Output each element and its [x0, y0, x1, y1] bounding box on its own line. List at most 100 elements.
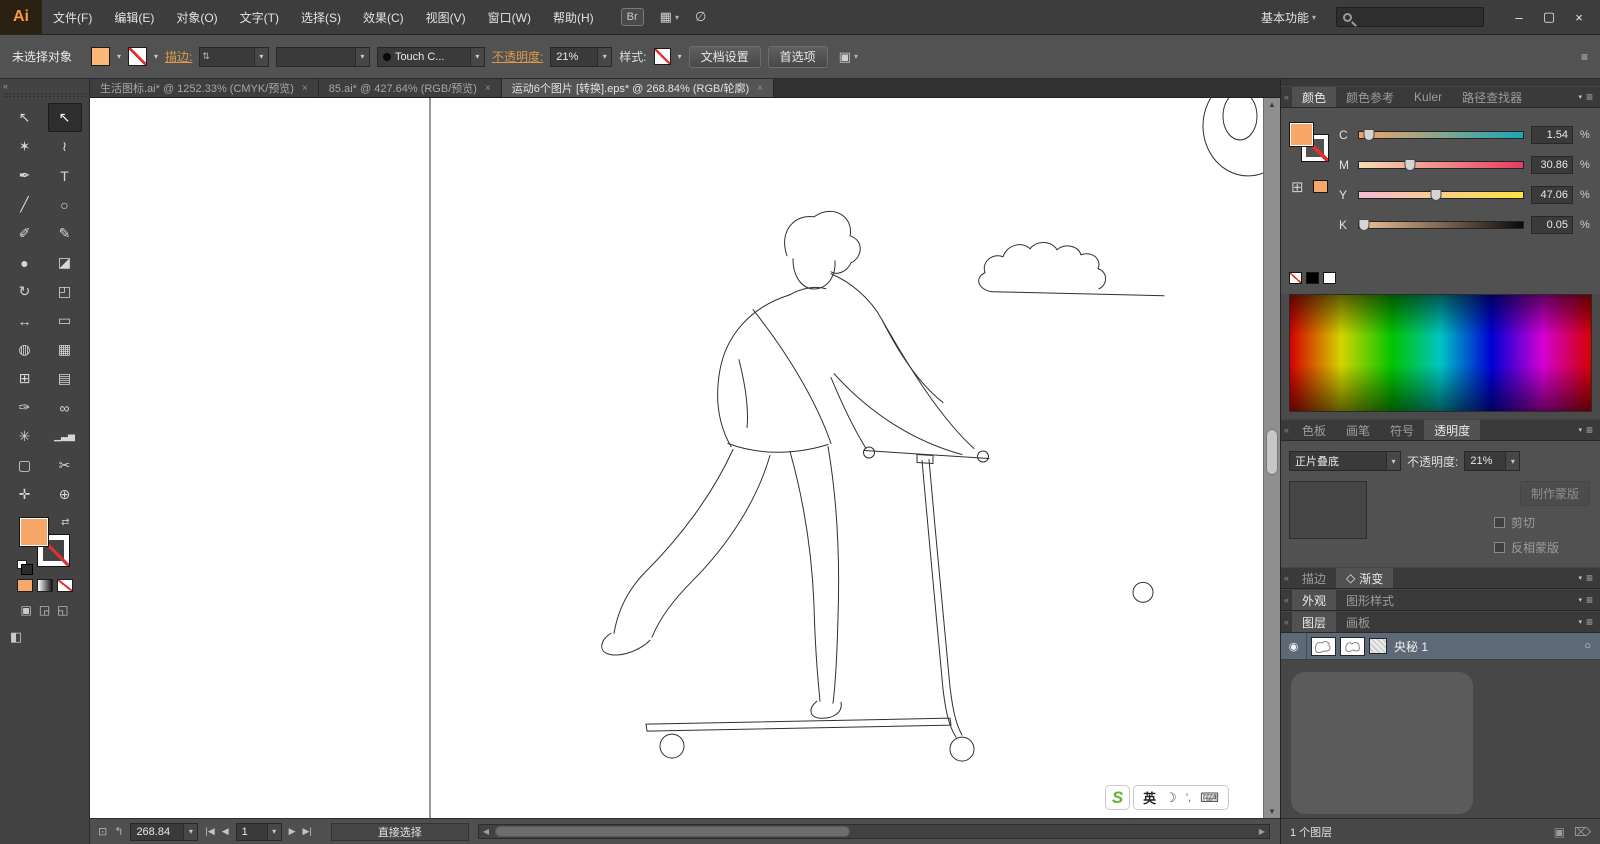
menu-effect[interactable]: 效果(C)	[352, 0, 415, 34]
style-dropdown-icon[interactable]: ▾	[678, 52, 682, 61]
black-swatch[interactable]	[1306, 272, 1319, 284]
minimize-button[interactable]: –	[1504, 6, 1534, 28]
stroke-panel-link[interactable]: 描边:	[165, 48, 192, 65]
color-button[interactable]	[16, 579, 33, 592]
default-fill-stroke-icon[interactable]	[16, 560, 33, 575]
prev-artboard-icon[interactable]: ◀	[222, 826, 229, 837]
perspective-grid-tool[interactable]: ▦	[48, 335, 82, 364]
brush-definition-dropdown[interactable]: Touch C... ▾	[376, 46, 485, 67]
slider-knob[interactable]	[1358, 219, 1370, 231]
collapse-dock-icon[interactable]: «	[1281, 568, 1292, 588]
close-tab-icon[interactable]: ×	[485, 83, 491, 94]
magenta-slider[interactable]	[1358, 159, 1524, 171]
lasso-tool[interactable]: ≀	[48, 132, 82, 161]
pencil-tool[interactable]: ✎	[48, 219, 82, 248]
black-value-field[interactable]: 0.05	[1531, 216, 1573, 234]
delete-layer-icon[interactable]: ⌦	[1574, 825, 1591, 839]
type-tool[interactable]: T	[48, 161, 82, 190]
menu-select[interactable]: 选择(S)	[290, 0, 352, 34]
clip-checkbox[interactable]	[1494, 517, 1505, 528]
next-artboard-icon[interactable]: ▶	[289, 826, 296, 837]
bridge-button[interactable]: Br	[620, 8, 644, 26]
tab-pathfinder[interactable]: 路径查找器	[1452, 87, 1532, 107]
workspace-switcher[interactable]: 基本功能 ▾	[1261, 9, 1316, 26]
yellow-slider[interactable]	[1358, 189, 1524, 201]
chevron-down-icon[interactable]: ▾	[469, 47, 484, 66]
doc-tab-2[interactable]: 85.ai* @ 427.64% (RGB/预览) ×	[318, 79, 502, 97]
selection-tool[interactable]: ↖	[8, 103, 42, 132]
vertical-scroll-thumb[interactable]	[1266, 429, 1278, 476]
search-input[interactable]	[1336, 7, 1484, 27]
sogou-logo-icon[interactable]: S	[1105, 785, 1131, 810]
draw-normal-icon[interactable]: ▣	[20, 603, 31, 617]
layer-clip-thumbnail[interactable]	[1369, 638, 1387, 654]
preferences-button[interactable]: 首选项	[767, 45, 828, 68]
moon-icon[interactable]: ☽	[1165, 790, 1177, 806]
stepper-icon[interactable]: ⇅	[200, 48, 212, 66]
gradient-button[interactable]	[36, 579, 53, 592]
document-setup-button[interactable]: 文档设置	[688, 45, 761, 68]
slice-tool[interactable]: ✂	[48, 451, 82, 480]
collapse-tools-icon[interactable]: «	[0, 79, 89, 91]
doc-tab-3-active[interactable]: 运动6个图片 [转换].eps* @ 268.84% (RGB/轮廓) ×	[501, 79, 774, 97]
symbol-sprayer-tool[interactable]: ✳	[8, 422, 42, 451]
chevron-down-icon[interactable]: ▾	[1505, 452, 1520, 470]
slider-knob[interactable]	[1430, 189, 1442, 201]
stroke-color-swatch[interactable]	[128, 47, 148, 66]
scroll-down-icon[interactable]: ▼	[1268, 807, 1276, 816]
scroll-right-icon[interactable]: ▶	[1259, 827, 1265, 836]
zoom-level-field[interactable]: 268.84 ▾	[130, 822, 199, 841]
hand-tool[interactable]: ✛	[8, 480, 42, 509]
status-icon-1[interactable]: ⊡	[98, 825, 107, 838]
menu-edit[interactable]: 编辑(E)	[103, 0, 165, 34]
tab-appearance[interactable]: 外观	[1292, 590, 1337, 610]
menu-help[interactable]: 帮助(H)	[542, 0, 605, 34]
blob-brush-tool[interactable]: ●	[8, 248, 42, 277]
control-panel-menu-icon[interactable]: ≡	[1581, 50, 1588, 64]
direct-selection-tool[interactable]: ↖	[47, 103, 82, 132]
fill-dropdown-icon[interactable]: ▾	[117, 52, 121, 61]
none-swatch[interactable]	[1289, 272, 1302, 284]
magenta-value-field[interactable]: 30.86	[1531, 156, 1573, 174]
keyboard-icon[interactable]: ⌨	[1200, 790, 1219, 806]
tab-gradient[interactable]: ◇ 渐变	[1336, 568, 1394, 588]
scroll-left-icon[interactable]: ◀	[483, 827, 489, 836]
eyedropper-tool[interactable]: ✑	[8, 393, 42, 422]
close-tab-icon[interactable]: ×	[757, 83, 763, 94]
make-mask-button[interactable]: 制作蒙版	[1519, 481, 1590, 506]
restore-button[interactable]: ▢	[1534, 6, 1564, 28]
chevron-down-icon[interactable]: ▾	[266, 823, 281, 840]
slider-knob[interactable]	[1404, 159, 1416, 171]
collapse-dock-icon[interactable]: «	[1281, 87, 1292, 107]
color-cube-icon[interactable]: ⊞	[1291, 178, 1304, 196]
chevron-down-icon[interactable]: ▾	[253, 47, 268, 66]
layer-name[interactable]: 央秘 1	[1394, 638, 1428, 655]
layer-target-icon[interactable]: ○	[1584, 640, 1591, 652]
menu-view[interactable]: 视图(V)	[415, 0, 477, 34]
panel-menu-icon[interactable]: ▾ ≡	[1571, 87, 1600, 107]
ime-language-toggle[interactable]: 英	[1143, 788, 1156, 807]
menu-window[interactable]: 窗口(W)	[477, 0, 542, 34]
opacity-panel-link[interactable]: 不透明度:	[492, 48, 543, 65]
object-thumbnail-well[interactable]	[1289, 481, 1367, 539]
close-tab-icon[interactable]: ×	[302, 83, 308, 94]
tab-artboards[interactable]: 画板	[1336, 612, 1380, 632]
chevron-down-icon[interactable]: ▾	[597, 47, 612, 66]
line-segment-tool[interactable]: ╱	[8, 190, 42, 219]
panel-menu-icon[interactable]: ▾ ≡	[1571, 420, 1600, 440]
collapse-dock-icon[interactable]: «	[1281, 420, 1292, 440]
opacity-field[interactable]: 21% ▾	[550, 46, 613, 67]
chevron-down-icon[interactable]: ▾	[183, 823, 198, 840]
tab-stroke[interactable]: 描边	[1292, 568, 1336, 588]
menu-file[interactable]: 文件(F)	[42, 0, 103, 34]
visibility-eye-icon[interactable]: ◉	[1281, 633, 1307, 659]
menu-type[interactable]: 文字(T)	[229, 0, 290, 34]
cyan-slider[interactable]	[1358, 129, 1524, 141]
stroke-dropdown-icon[interactable]: ▾	[154, 52, 158, 61]
ellipse-tool[interactable]: ○	[48, 190, 82, 219]
black-slider[interactable]	[1358, 219, 1524, 231]
tab-color-guide[interactable]: 颜色参考	[1336, 87, 1404, 107]
app-logo[interactable]: Ai	[0, 0, 42, 34]
blend-mode-dropdown[interactable]: 正片叠底 ▾	[1289, 451, 1401, 471]
width-profile-dropdown[interactable]: ▾	[275, 46, 370, 67]
